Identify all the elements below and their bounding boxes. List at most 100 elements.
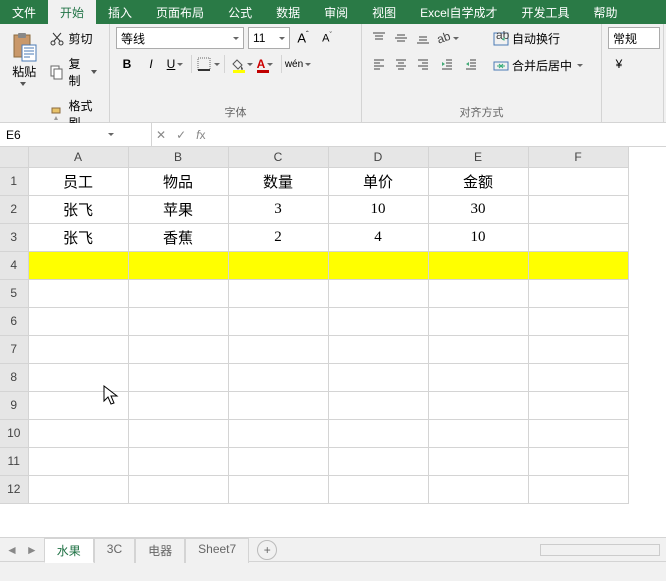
cell[interactable] (428, 251, 528, 279)
tab-layout[interactable]: 页面布局 (144, 0, 216, 24)
align-left-button[interactable] (368, 53, 390, 75)
column-header[interactable]: F (528, 147, 628, 167)
sheet-tab[interactable]: Sheet7 (185, 538, 249, 563)
cell[interactable] (428, 307, 528, 335)
row-header[interactable]: 6 (0, 307, 28, 335)
cell[interactable] (428, 363, 528, 391)
sheet-tab[interactable]: 电器 (135, 538, 185, 563)
cell[interactable]: 单价 (328, 167, 428, 195)
cell[interactable] (428, 279, 528, 307)
row-header[interactable]: 1 (0, 167, 28, 195)
cell[interactable] (228, 279, 328, 307)
cell[interactable] (528, 223, 628, 251)
cell[interactable] (228, 475, 328, 503)
cell[interactable]: 30 (428, 195, 528, 223)
tab-data[interactable]: 数据 (264, 0, 312, 24)
cell[interactable] (528, 167, 628, 195)
column-header[interactable]: C (228, 147, 328, 167)
cell[interactable] (328, 363, 428, 391)
number-format-combo[interactable]: 常规 (608, 27, 660, 49)
font-color-button[interactable]: A (254, 53, 276, 75)
cell[interactable]: 3 (228, 195, 328, 223)
cell[interactable]: 张飞 (28, 195, 128, 223)
sheet-tab[interactable]: 水果 (44, 538, 94, 563)
paste-button[interactable]: 粘贴 (6, 27, 42, 92)
cell[interactable] (28, 419, 128, 447)
row-header[interactable]: 2 (0, 195, 28, 223)
decrease-indent-button[interactable] (436, 53, 458, 75)
align-top-button[interactable] (368, 27, 390, 49)
cell[interactable] (328, 279, 428, 307)
cell[interactable] (528, 279, 628, 307)
cell[interactable]: 苹果 (128, 195, 228, 223)
italic-button[interactable]: I (140, 53, 162, 75)
column-header[interactable]: A (28, 147, 128, 167)
cell[interactable]: 张飞 (28, 223, 128, 251)
tab-formula[interactable]: 公式 (216, 0, 264, 24)
border-button[interactable] (197, 53, 219, 75)
cell[interactable] (128, 475, 228, 503)
horizontal-scrollbar[interactable] (540, 544, 660, 556)
column-header[interactable]: B (128, 147, 228, 167)
cell[interactable] (328, 391, 428, 419)
cell[interactable]: 数量 (228, 167, 328, 195)
cell[interactable] (328, 475, 428, 503)
font-size-input[interactable] (253, 31, 277, 45)
increase-font-button[interactable]: Aˆ (292, 27, 314, 49)
wrap-text-button[interactable]: ab自动换行 (488, 27, 588, 50)
tab-dev[interactable]: 开发工具 (509, 0, 581, 24)
tab-selfstudy[interactable]: Excel自学成才 (408, 0, 509, 24)
tab-help[interactable]: 帮助 (582, 0, 630, 24)
cell[interactable] (528, 335, 628, 363)
row-header[interactable]: 10 (0, 419, 28, 447)
cell[interactable] (128, 391, 228, 419)
confirm-formula-button[interactable]: ✓ (176, 128, 186, 142)
copy-button[interactable]: 复制 (44, 52, 103, 92)
row-header[interactable]: 7 (0, 335, 28, 363)
row-header[interactable]: 8 (0, 363, 28, 391)
cell[interactable] (328, 251, 428, 279)
cell[interactable] (528, 251, 628, 279)
cell[interactable] (128, 363, 228, 391)
cell[interactable] (328, 447, 428, 475)
align-center-button[interactable] (390, 53, 412, 75)
cell[interactable]: 10 (328, 195, 428, 223)
cell[interactable] (328, 419, 428, 447)
cell[interactable] (228, 335, 328, 363)
cell[interactable] (228, 419, 328, 447)
cell[interactable] (428, 391, 528, 419)
cancel-formula-button[interactable]: ✕ (156, 128, 166, 142)
cell[interactable] (428, 335, 528, 363)
cell[interactable]: 10 (428, 223, 528, 251)
cell[interactable] (28, 475, 128, 503)
cell[interactable] (128, 335, 228, 363)
row-header[interactable]: 3 (0, 223, 28, 251)
cell[interactable] (28, 279, 128, 307)
cell[interactable]: 香蕉 (128, 223, 228, 251)
tab-view[interactable]: 视图 (360, 0, 408, 24)
cell[interactable] (228, 251, 328, 279)
phonetic-button[interactable]: wén (287, 53, 309, 75)
row-header[interactable]: 9 (0, 391, 28, 419)
align-bottom-button[interactable] (412, 27, 434, 49)
cell[interactable] (328, 335, 428, 363)
cell[interactable] (128, 307, 228, 335)
name-box[interactable] (0, 123, 152, 146)
increase-indent-button[interactable] (460, 53, 482, 75)
cell[interactable] (428, 475, 528, 503)
cell[interactable] (528, 307, 628, 335)
cell[interactable]: 金额 (428, 167, 528, 195)
next-sheet-button[interactable]: ► (26, 543, 38, 557)
fill-color-button[interactable] (230, 53, 252, 75)
row-header[interactable]: 4 (0, 251, 28, 279)
cell[interactable] (28, 251, 128, 279)
font-name-combo[interactable] (116, 27, 244, 49)
cell[interactable] (428, 419, 528, 447)
prev-sheet-button[interactable]: ◄ (6, 543, 18, 557)
decrease-font-button[interactable]: Aˇ (316, 27, 338, 49)
accounting-format-button[interactable]: ¥ (608, 53, 630, 75)
cell[interactable] (528, 419, 628, 447)
row-header[interactable]: 11 (0, 447, 28, 475)
cell[interactable] (528, 475, 628, 503)
cut-button[interactable]: 剪切 (44, 27, 103, 50)
